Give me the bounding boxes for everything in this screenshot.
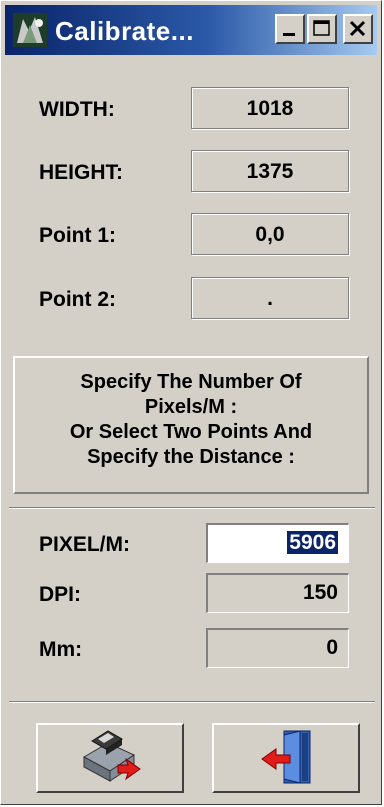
instructions-line-4: Specify the Distance : — [87, 446, 295, 468]
dpi-field[interactable]: 150 — [206, 573, 349, 613]
pixel-per-m-value: 5906 — [287, 531, 338, 554]
app-icon — [13, 13, 47, 47]
exit-button[interactable] — [212, 723, 360, 793]
height-value: 1375 — [191, 150, 349, 192]
pixel-per-m-input[interactable]: 5906 — [206, 523, 349, 563]
instructions-line-2: Pixels/M : — [144, 396, 238, 418]
minimize-icon — [283, 33, 295, 36]
title-bar[interactable]: Calibrate... — [5, 5, 377, 55]
mm-label: Mm: — [39, 638, 83, 661]
height-label: HEIGHT: — [39, 161, 123, 184]
minimize-button[interactable] — [275, 14, 305, 44]
instructions-line-3: Or Select Two Points And — [69, 421, 313, 443]
pixel-per-m-label: PIXEL/M: — [39, 533, 131, 556]
maximize-icon — [313, 20, 330, 36]
window-title: Calibrate... — [55, 16, 194, 46]
mm-field[interactable]: 0 — [206, 628, 349, 668]
close-icon — [349, 20, 366, 37]
calibrate-window: Calibrate... WIDTH: 1018 HEIGHT: 1375 Po… — [0, 0, 382, 805]
separator — [9, 507, 375, 509]
save-button[interactable] — [36, 723, 184, 793]
point1-label: Point 1: — [39, 224, 116, 247]
close-button[interactable] — [343, 14, 373, 44]
dpi-label: DPI: — [39, 583, 81, 606]
instructions-panel: Specify The Number Of Pixels/M : Or Sele… — [13, 356, 369, 494]
maximize-button[interactable] — [307, 14, 337, 44]
instructions-line-1: Specify The Number Of — [80, 371, 302, 393]
point1-value: 0,0 — [191, 213, 349, 255]
separator — [9, 701, 375, 703]
point2-label: Point 2: — [39, 288, 116, 311]
door-exit-icon — [261, 730, 311, 784]
width-value: 1018 — [191, 87, 349, 129]
point2-value: . — [191, 277, 349, 319]
width-label: WIDTH: — [39, 98, 115, 121]
floppy-disk-save-icon — [82, 730, 141, 782]
